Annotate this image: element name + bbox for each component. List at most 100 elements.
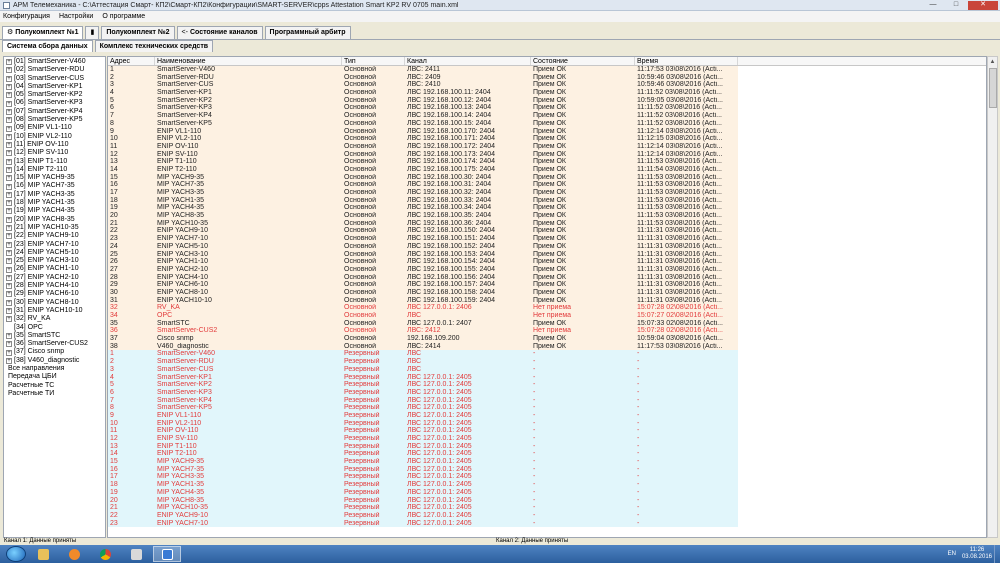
expand-icon[interactable]: +	[6, 158, 12, 165]
tree-item[interactable]: [34] OPC	[4, 324, 105, 332]
tree-item[interactable]: + [28] ENIP YACH4-10	[4, 282, 105, 290]
table-row[interactable]: 21 MIP YACH10-35 Резервный ЛВС 127.0.0.1: 2…	[108, 504, 986, 512]
start-button[interactable]	[6, 546, 26, 562]
close-button[interactable]: ✕	[968, 1, 998, 10]
table-row[interactable]: 3 SmartServer-CUS Резервный ЛВС - -	[108, 365, 986, 374]
table-row[interactable]: 2 SmartServer-RDU Резервный ЛВС - -	[108, 358, 986, 366]
taskbar-chrome[interactable]	[91, 546, 119, 562]
expand-icon[interactable]: +	[6, 308, 12, 315]
tree-item[interactable]: + [10] ENIP VL2-110	[4, 133, 105, 141]
table-row[interactable]: 11 ENIP OV-110 Резервный ЛВС 127.0.0.1: 240…	[108, 427, 986, 435]
table-row[interactable]: 30 ENIP YACH8-10 Основной ЛВС 192.168.100.1…	[108, 288, 986, 297]
table-row[interactable]: 16 MIP YACH7-35 Резервный ЛВС 127.0.0.1: 24…	[108, 465, 986, 474]
tab-separator-button[interactable]: ▮	[85, 26, 100, 39]
expand-icon[interactable]: +	[6, 167, 12, 173]
language-indicator[interactable]: EN	[948, 551, 956, 557]
table-row[interactable]: 7 SmartServer-KP4 Резервный ЛВС 127.0.0.1: …	[108, 396, 986, 405]
tree-item[interactable]: + [17] MIP YACH3-35	[4, 191, 105, 199]
expand-icon[interactable]: +	[6, 249, 12, 256]
minimize-button[interactable]: —	[922, 1, 944, 10]
expand-icon[interactable]: +	[6, 133, 12, 140]
table-row[interactable]: 22 ENIP YACH9-10 Основной ЛВС 192.168.100.1…	[108, 227, 986, 236]
expand-icon[interactable]: +	[6, 75, 12, 82]
table-row[interactable]: 29 ENIP YACH6-10 Основной ЛВС 192.168.100.1…	[108, 281, 986, 289]
expand-icon[interactable]: +	[6, 100, 12, 107]
tree-item[interactable]: + [23] ENIP YACH7-10	[4, 241, 105, 249]
subtab-data-collection[interactable]: Система сбора данных	[2, 40, 93, 52]
expand-icon[interactable]: +	[6, 142, 12, 149]
tree-item[interactable]: + [22] ENIP YACH9-10	[4, 232, 105, 240]
table-row[interactable]: 6 SmartServer-KP3 Основной ЛВС 192.168.100.…	[108, 104, 986, 113]
column-header-channel[interactable]: Канал	[405, 57, 531, 65]
tab-half-set-2[interactable]: Полукомплект №2	[101, 26, 175, 39]
table-row[interactable]: 5 SmartServer-KP2 Основной ЛВС 192.168.100.…	[108, 96, 986, 105]
tree-item[interactable]: + [19] MIP YACH4-35	[4, 207, 105, 215]
expand-icon[interactable]: +	[6, 216, 12, 223]
table-row[interactable]: 8 SmartServer-KP5 Резервный ЛВС 127.0.0.1: …	[108, 404, 986, 412]
tree-item[interactable]: + [38] V460_diagnostic	[4, 357, 105, 365]
tree-item[interactable]: + [30] ENIP YACH8-10	[4, 299, 105, 307]
tab-half-set-1[interactable]: ⚙ Полукомплект №1	[2, 26, 84, 39]
table-row[interactable]: 26 ENIP YACH1-10 Основной ЛВС 192.168.100.1…	[108, 258, 986, 266]
expand-icon[interactable]: +	[6, 283, 12, 290]
table-row[interactable]: 9 ENIP VL1-110 Основной ЛВС 192.168.100.170…	[108, 127, 986, 136]
table-row[interactable]: 20 MIP YACH8-35 Резервный ЛВС 127.0.0.1: 24…	[108, 496, 986, 505]
expand-icon[interactable]: +	[6, 108, 12, 115]
table-row[interactable]: 22 ENIP YACH9-10 Резервный ЛВС 127.0.0.1: 2…	[108, 511, 986, 520]
tree-item[interactable]: + [09] ENIP VL1-110	[4, 124, 105, 132]
expand-icon[interactable]: +	[6, 208, 12, 215]
tree-item[interactable]: + [29] ENIP YACH6-10	[4, 290, 105, 298]
table-row[interactable]: 7 SmartServer-KP4 Основной ЛВС 192.168.100.…	[108, 112, 986, 120]
expand-icon[interactable]: +	[6, 125, 12, 132]
table-row[interactable]: 37 Cisco snmp Основной 192.168.109.200 Прием…	[108, 335, 986, 343]
tree-item[interactable]: + [04] SmartServer-KP1	[4, 83, 105, 91]
table-row[interactable]: 24 ENIP YACH5-10 Основной ЛВС 192.168.100.1…	[108, 242, 986, 251]
column-header-address[interactable]: Адрес	[108, 57, 155, 65]
tree-item[interactable]: + [31] ENIP YACH10-10	[4, 307, 105, 315]
tree-item[interactable]: + [20] MIP YACH8-35	[4, 216, 105, 224]
table-row[interactable]: 12 ENIP SV-110 Резервный ЛВС 127.0.0.1: 240…	[108, 435, 986, 443]
table-row[interactable]: 18 MIP YACH1-35 Основной ЛВС 192.168.100.33…	[108, 196, 986, 205]
table-row[interactable]: 15 MIP YACH9-35 Основной ЛВС 192.168.100.30…	[108, 173, 986, 182]
clock[interactable]: 11:26 03.08.2016	[962, 547, 992, 561]
tree-item[interactable]: Все направления	[4, 365, 105, 373]
table-row[interactable]: 13 ENIP T1-110 Основной ЛВС 192.168.100.174…	[108, 158, 986, 166]
table-row[interactable]: 5 SmartServer-KP2 Резервный ЛВС 127.0.0.1: …	[108, 381, 986, 389]
table-row[interactable]: 1 SmartServer-V460 Резервный ЛВС - -	[108, 350, 986, 359]
table-row[interactable]: 2 SmartServer-RDU Основной ЛВС: 2409 Прием О…	[108, 73, 986, 82]
tree-item[interactable]: + [16] MIP YACH7-35	[4, 182, 105, 190]
scroll-thumb[interactable]	[989, 68, 997, 108]
expand-icon[interactable]: +	[6, 233, 12, 240]
table-row[interactable]: 31 ENIP YACH10-10 Основной ЛВС 192.168.100.…	[108, 296, 986, 305]
column-header-name[interactable]: Наименование	[155, 57, 342, 65]
tree-item[interactable]: + [36] SmartServer-CUS2	[4, 340, 105, 348]
table-row[interactable]: 17 MIP YACH3-35 Основной ЛВС 192.168.100.32…	[108, 189, 986, 197]
expand-icon[interactable]: +	[6, 183, 12, 190]
expand-icon[interactable]: +	[6, 191, 12, 198]
tree-item[interactable]: + [01] SmartServer-V460	[4, 58, 105, 66]
table-row[interactable]: 9 ENIP VL1-110 Резервный ЛВС 127.0.0.1: 240…	[108, 411, 986, 420]
table-row[interactable]: 4 SmartServer-KP1 Основной ЛВС 192.168.100.…	[108, 89, 986, 97]
table-row[interactable]: 6 SmartServer-KP3 Резервный ЛВС 127.0.0.1: …	[108, 388, 986, 397]
tree-item[interactable]: + [15] MIP YACH9-35	[4, 174, 105, 182]
table-row[interactable]: 13 ENIP T1-110 Резервный ЛВС 127.0.0.1: 240…	[108, 442, 986, 451]
table-row[interactable]: 23 ENIP YACH7-10 Резервный ЛВС 127.0.0.1: 2…	[108, 519, 986, 528]
table-row[interactable]: 28 ENIP YACH4-10 Основной ЛВС 192.168.100.1…	[108, 273, 986, 282]
table-row[interactable]: 16 MIP YACH7-35 Основной ЛВС 192.168.100.31…	[108, 181, 986, 189]
tab-channel-state[interactable]: <- Состояние каналов	[176, 26, 263, 39]
menu-settings[interactable]: Настройки	[59, 13, 93, 20]
table-row[interactable]: 23 ENIP YACH7-10 Основной ЛВС 192.168.100.1…	[108, 235, 986, 243]
tree-item[interactable]: + [07] SmartServer-KP4	[4, 108, 105, 116]
tree-item[interactable]: + [13] ENIP T1-110	[4, 158, 105, 166]
table-row[interactable]: 36 SmartServer-CUS2 Основной ЛВС: 2412 Нет п…	[108, 327, 986, 336]
table-row[interactable]: 11 ENIP OV-110 Основной ЛВС 192.168.100.172…	[108, 142, 986, 151]
scroll-up-icon[interactable]: ▲	[988, 57, 997, 67]
menu-configuration[interactable]: Конфигурация	[3, 13, 50, 20]
expand-icon[interactable]: +	[6, 341, 12, 348]
expand-icon[interactable]: +	[6, 59, 12, 66]
show-desktop-button[interactable]	[994, 545, 1000, 563]
column-header-type[interactable]: Тип	[342, 57, 405, 65]
table-row[interactable]: 14 ENIP T2-110 Основной ЛВС 192.168.100.175…	[108, 165, 986, 174]
table-row[interactable]: 15 MIP YACH9-35 Резервный ЛВС 127.0.0.1: 24…	[108, 458, 986, 466]
table-row[interactable]: 3 SmartServer-CUS Основной ЛВС: 2410 Прием О…	[108, 81, 986, 90]
